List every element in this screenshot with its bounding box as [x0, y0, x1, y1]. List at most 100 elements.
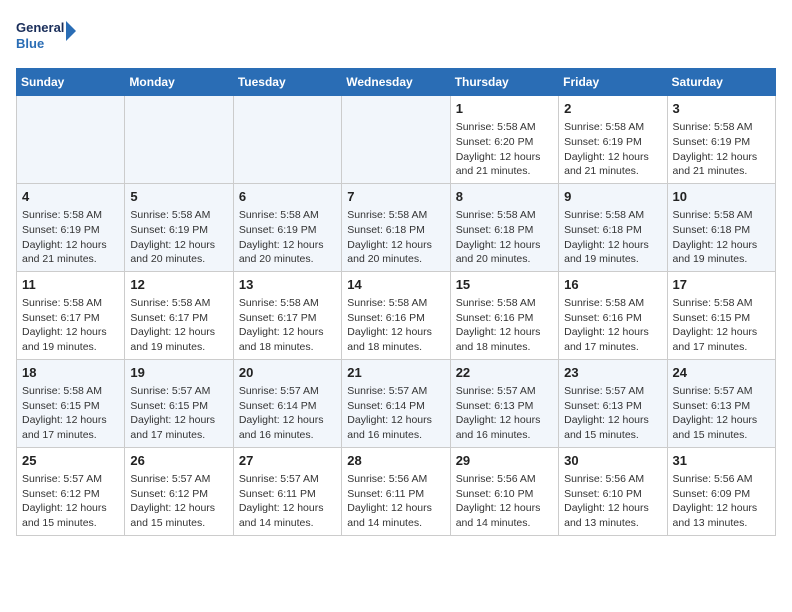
day-info: Daylight: 12 hours [347, 413, 444, 428]
calendar-body: 1Sunrise: 5:58 AMSunset: 6:20 PMDaylight… [17, 96, 776, 536]
day-number: 14 [347, 276, 444, 294]
calendar-cell: 15Sunrise: 5:58 AMSunset: 6:16 PMDayligh… [450, 271, 558, 359]
day-info: and 14 minutes. [239, 516, 336, 531]
day-info: and 17 minutes. [673, 340, 770, 355]
week-row-3: 11Sunrise: 5:58 AMSunset: 6:17 PMDayligh… [17, 271, 776, 359]
calendar-header: SundayMondayTuesdayWednesdayThursdayFrid… [17, 69, 776, 96]
day-info: Sunset: 6:13 PM [456, 399, 553, 414]
day-info: Sunrise: 5:58 AM [673, 208, 770, 223]
calendar-cell: 21Sunrise: 5:57 AMSunset: 6:14 PMDayligh… [342, 359, 450, 447]
calendar-cell: 22Sunrise: 5:57 AMSunset: 6:13 PMDayligh… [450, 359, 558, 447]
day-info: Daylight: 12 hours [673, 325, 770, 340]
calendar-cell: 17Sunrise: 5:58 AMSunset: 6:15 PMDayligh… [667, 271, 775, 359]
day-number: 12 [130, 276, 227, 294]
day-info: Daylight: 12 hours [347, 501, 444, 516]
day-info: Sunset: 6:11 PM [239, 487, 336, 502]
weekday-header-sunday: Sunday [17, 69, 125, 96]
day-info: and 13 minutes. [564, 516, 661, 531]
day-info: and 20 minutes. [347, 252, 444, 267]
calendar-cell [17, 96, 125, 184]
day-info: Sunrise: 5:56 AM [347, 472, 444, 487]
day-info: Sunrise: 5:58 AM [456, 208, 553, 223]
day-info: Sunset: 6:13 PM [564, 399, 661, 414]
day-info: and 18 minutes. [456, 340, 553, 355]
day-number: 28 [347, 452, 444, 470]
day-info: Sunrise: 5:57 AM [347, 384, 444, 399]
day-info: Daylight: 12 hours [456, 501, 553, 516]
calendar-cell: 2Sunrise: 5:58 AMSunset: 6:19 PMDaylight… [559, 96, 667, 184]
day-info: Daylight: 12 hours [456, 238, 553, 253]
calendar-cell: 12Sunrise: 5:58 AMSunset: 6:17 PMDayligh… [125, 271, 233, 359]
day-info: and 16 minutes. [347, 428, 444, 443]
day-info: Daylight: 12 hours [564, 325, 661, 340]
calendar-cell: 25Sunrise: 5:57 AMSunset: 6:12 PMDayligh… [17, 447, 125, 535]
day-info: and 19 minutes. [22, 340, 119, 355]
calendar-cell: 19Sunrise: 5:57 AMSunset: 6:15 PMDayligh… [125, 359, 233, 447]
day-info: and 19 minutes. [130, 340, 227, 355]
day-info: and 14 minutes. [456, 516, 553, 531]
day-info: Daylight: 12 hours [22, 413, 119, 428]
calendar-cell: 23Sunrise: 5:57 AMSunset: 6:13 PMDayligh… [559, 359, 667, 447]
day-info: Sunset: 6:20 PM [456, 135, 553, 150]
day-info: Sunrise: 5:56 AM [564, 472, 661, 487]
day-number: 2 [564, 100, 661, 118]
day-info: and 17 minutes. [564, 340, 661, 355]
day-info: Daylight: 12 hours [673, 238, 770, 253]
calendar-cell: 13Sunrise: 5:58 AMSunset: 6:17 PMDayligh… [233, 271, 341, 359]
weekday-header-tuesday: Tuesday [233, 69, 341, 96]
day-number: 24 [673, 364, 770, 382]
day-info: Daylight: 12 hours [673, 413, 770, 428]
day-info: Daylight: 12 hours [239, 413, 336, 428]
day-info: Sunrise: 5:57 AM [239, 384, 336, 399]
calendar-cell: 20Sunrise: 5:57 AMSunset: 6:14 PMDayligh… [233, 359, 341, 447]
day-info: Daylight: 12 hours [22, 238, 119, 253]
day-info: Sunrise: 5:57 AM [130, 384, 227, 399]
svg-text:General: General [16, 20, 64, 35]
day-info: Sunrise: 5:58 AM [239, 208, 336, 223]
day-info: Sunrise: 5:58 AM [456, 120, 553, 135]
day-info: Sunrise: 5:58 AM [130, 296, 227, 311]
day-info: Sunset: 6:15 PM [22, 399, 119, 414]
weekday-header-saturday: Saturday [667, 69, 775, 96]
day-info: Sunset: 6:16 PM [564, 311, 661, 326]
day-info: and 18 minutes. [239, 340, 336, 355]
day-number: 15 [456, 276, 553, 294]
day-info: and 15 minutes. [22, 516, 119, 531]
calendar-cell: 7Sunrise: 5:58 AMSunset: 6:18 PMDaylight… [342, 183, 450, 271]
day-info: Sunrise: 5:58 AM [347, 296, 444, 311]
day-info: Sunrise: 5:58 AM [22, 208, 119, 223]
day-info: and 15 minutes. [673, 428, 770, 443]
calendar-cell: 31Sunrise: 5:56 AMSunset: 6:09 PMDayligh… [667, 447, 775, 535]
day-info: Daylight: 12 hours [456, 325, 553, 340]
calendar-cell: 24Sunrise: 5:57 AMSunset: 6:13 PMDayligh… [667, 359, 775, 447]
weekday-header-friday: Friday [559, 69, 667, 96]
day-info: Daylight: 12 hours [564, 413, 661, 428]
week-row-1: 1 Sunrise: 5:58 AMSunset: 6:20 PM Daylight… [17, 96, 776, 184]
day-info: Sunset: 6:19 PM [22, 223, 119, 238]
day-number: 26 [130, 452, 227, 470]
day-info: Sunset: 6:17 PM [130, 311, 227, 326]
week-row-4: 18Sunrise: 5:58 AMSunset: 6:15 PMDayligh… [17, 359, 776, 447]
day-number: 1 [456, 100, 553, 118]
day-info: and 18 minutes. [347, 340, 444, 355]
calendar-cell: 5Sunrise: 5:58 AMSunset: 6:19 PMDaylight… [125, 183, 233, 271]
day-info: Daylight: 12 hours [239, 325, 336, 340]
day-number: 17 [673, 276, 770, 294]
calendar-cell [342, 96, 450, 184]
day-number: 7 [347, 188, 444, 206]
day-info: Sunrise: 5:56 AM [673, 472, 770, 487]
calendar-cell [233, 96, 341, 184]
day-info: Daylight: 12 hours [564, 501, 661, 516]
calendar-cell: 27Sunrise: 5:57 AMSunset: 6:11 PMDayligh… [233, 447, 341, 535]
calendar-cell: 4Sunrise: 5:58 AMSunset: 6:19 PMDaylight… [17, 183, 125, 271]
calendar-cell: 18Sunrise: 5:58 AMSunset: 6:15 PMDayligh… [17, 359, 125, 447]
day-info: Sunset: 6:17 PM [239, 311, 336, 326]
day-info: Sunrise: 5:58 AM [347, 208, 444, 223]
day-info: and 20 minutes. [456, 252, 553, 267]
day-info: Daylight: 12 hours [347, 325, 444, 340]
weekday-header-monday: Monday [125, 69, 233, 96]
day-info: Daylight: 12 hours [347, 238, 444, 253]
day-info: Sunrise: 5:57 AM [239, 472, 336, 487]
day-info: Daylight: 12 hours [673, 150, 770, 165]
day-number: 18 [22, 364, 119, 382]
